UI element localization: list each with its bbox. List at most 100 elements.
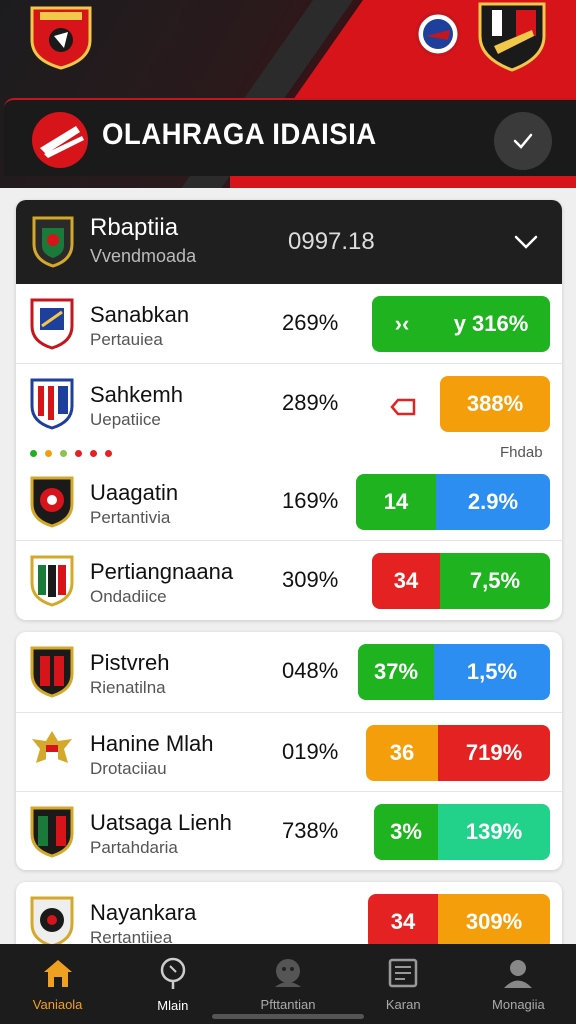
stat-segment-right: 309% bbox=[438, 894, 550, 950]
pagination-dots bbox=[30, 450, 112, 457]
league-subtitle: Vvendmoada bbox=[90, 246, 197, 266]
team-name: Sahkemh bbox=[90, 382, 183, 407]
league-card: Pistvreh Rienatilna 048% 37% 1,5% Hanine… bbox=[16, 632, 562, 870]
tag-icon bbox=[388, 396, 418, 418]
stat-bar[interactable]: 3% 139% bbox=[374, 804, 550, 860]
stat-bar[interactable]: 36 719% bbox=[366, 725, 550, 781]
home-indicator[interactable] bbox=[212, 1014, 364, 1019]
stat-segment-right: 1,5% bbox=[434, 644, 550, 700]
stat-bar[interactable]: 388% bbox=[440, 376, 550, 432]
league-value: 0997.18 bbox=[288, 228, 375, 255]
team-percentage: 169% bbox=[282, 488, 339, 513]
team-badge-icon bbox=[28, 296, 76, 350]
team-name: Uaagatin bbox=[90, 480, 179, 505]
location-icon bbox=[160, 957, 186, 989]
league-badge-icon bbox=[30, 214, 76, 268]
person-icon bbox=[275, 958, 301, 987]
team-name: Sanabkan bbox=[90, 302, 190, 327]
bottom-nav: Vaniaola Mlain Pfttantian Karan Monagiia bbox=[0, 944, 576, 1024]
app-title-bar: OLAHRAGA IDAISIA bbox=[4, 98, 576, 176]
home-icon bbox=[43, 959, 72, 987]
table-row[interactable]: Pertiangnaana Ondadiice 309% 34 7,5% bbox=[16, 540, 562, 618]
team-badge-icon bbox=[28, 804, 76, 858]
stat-segment-right: 2.9% bbox=[436, 474, 550, 530]
nav-profile[interactable]: Monagiia bbox=[461, 944, 576, 1024]
table-row[interactable]: Uaagatin Pertantivia 169% 14 2.9% bbox=[16, 462, 562, 540]
team-subtitle: Uepatiice bbox=[90, 410, 161, 429]
stat-segment-left: 37% bbox=[358, 644, 434, 700]
team-subtitle: Rienatilna bbox=[90, 678, 166, 697]
stat-bar[interactable]: ›‹ у 316% bbox=[372, 296, 550, 352]
dot bbox=[30, 450, 37, 457]
club-crest-right bbox=[472, 0, 552, 72]
team-badge-icon bbox=[28, 553, 76, 607]
app-logo-icon bbox=[30, 110, 90, 170]
team-badge-icon bbox=[28, 376, 76, 430]
league-card: Rbaptiia Vvendmoada 0997.18 Sanabkan Per… bbox=[16, 200, 562, 620]
stat-segment-right: 719% bbox=[438, 725, 550, 781]
team-subtitle: Partahdaria bbox=[90, 838, 178, 857]
stat-segment-right: 139% bbox=[438, 804, 550, 860]
table-row[interactable]: Uatsaga Lienh Partahdaria 738% 3% 139% bbox=[16, 791, 562, 869]
nav-news[interactable]: Karan bbox=[346, 944, 461, 1024]
team-badge-icon bbox=[28, 474, 76, 528]
stat-segment-right: 7,5% bbox=[440, 553, 550, 609]
stat-bar[interactable]: 14 2.9% bbox=[356, 474, 550, 530]
stat-bar[interactable]: 34 7,5% bbox=[372, 553, 550, 609]
league-header[interactable]: Rbaptiia Vvendmoada 0997.18 bbox=[16, 200, 562, 284]
team-subtitle: Pertantivia bbox=[90, 508, 171, 527]
team-subtitle: Ondadiice bbox=[90, 587, 167, 606]
team-name: Nayankara bbox=[90, 900, 197, 925]
team-badge-icon bbox=[28, 644, 76, 698]
dot bbox=[45, 450, 52, 457]
stat-segment-left: 36 bbox=[366, 725, 438, 781]
header-banner: OLAHRAGA IDAISIA bbox=[0, 0, 576, 188]
nav-location[interactable]: Mlain bbox=[115, 944, 230, 1024]
stat-segment-right: 388% bbox=[440, 376, 550, 432]
table-row[interactable]: Sahkemh Uepatiice 289% 388% bbox=[16, 363, 562, 441]
nav-label: Monagiia bbox=[492, 996, 545, 1012]
team-percentage: 738% bbox=[282, 818, 339, 843]
stat-bar[interactable]: 37% 1,5% bbox=[358, 644, 550, 700]
team-percentage: 048% bbox=[282, 658, 339, 683]
team-percentage: 019% bbox=[282, 739, 339, 764]
team-name: Uatsaga Lienh bbox=[90, 810, 232, 835]
garuda-emblem-icon bbox=[28, 725, 76, 779]
table-row[interactable]: Sanabkan Pertauiea 269% ›‹ у 316% bbox=[16, 284, 562, 362]
team-name: Hanine Mlah bbox=[90, 731, 214, 756]
team-percentage: 289% bbox=[282, 390, 339, 415]
stat-segment-left: 34 bbox=[368, 894, 438, 950]
side-label: Fhdab bbox=[500, 444, 543, 461]
news-icon bbox=[388, 958, 418, 987]
league-title: Rbaptiia bbox=[90, 214, 179, 241]
nav-label: Pfttantian bbox=[260, 996, 316, 1012]
team-percentage: 269% bbox=[282, 310, 339, 335]
chevron-down-icon[interactable] bbox=[510, 226, 542, 258]
banner-red-strip bbox=[230, 176, 576, 188]
nav-home[interactable]: Vaniaola bbox=[0, 944, 115, 1024]
team-badge-icon bbox=[28, 894, 76, 948]
check-icon bbox=[513, 133, 533, 149]
nav-label: Vaniaola bbox=[32, 996, 83, 1012]
stat-segment-left: 14 bbox=[356, 474, 436, 530]
team-percentage: 309% bbox=[282, 567, 339, 592]
table-row[interactable]: Hanine Mlah Drotaciiau 019% 36 719% bbox=[16, 712, 562, 790]
club-crest-left bbox=[28, 2, 94, 70]
team-name: Pistvreh bbox=[90, 650, 170, 675]
stat-segment-right: у 316% bbox=[432, 296, 550, 352]
dot bbox=[90, 450, 97, 457]
dot bbox=[75, 450, 82, 457]
nav-label: Mlain bbox=[157, 997, 189, 1013]
stat-segment-left: ›‹ bbox=[372, 296, 432, 352]
profile-icon bbox=[504, 959, 533, 988]
team-name: Pertiangnaana bbox=[90, 559, 234, 584]
dot bbox=[60, 450, 67, 457]
nav-person[interactable]: Pfttantian bbox=[230, 944, 345, 1024]
team-subtitle: Pertauiea bbox=[90, 330, 163, 349]
check-button[interactable] bbox=[494, 112, 552, 170]
dot bbox=[105, 450, 112, 457]
table-row[interactable]: Pistvreh Rienatilna 048% 37% 1,5% bbox=[16, 632, 562, 710]
stat-bar[interactable]: 34 309% bbox=[368, 894, 550, 950]
app-title: OLAHRAGA IDAISIA bbox=[102, 118, 377, 151]
club-crest-mid bbox=[414, 10, 462, 58]
